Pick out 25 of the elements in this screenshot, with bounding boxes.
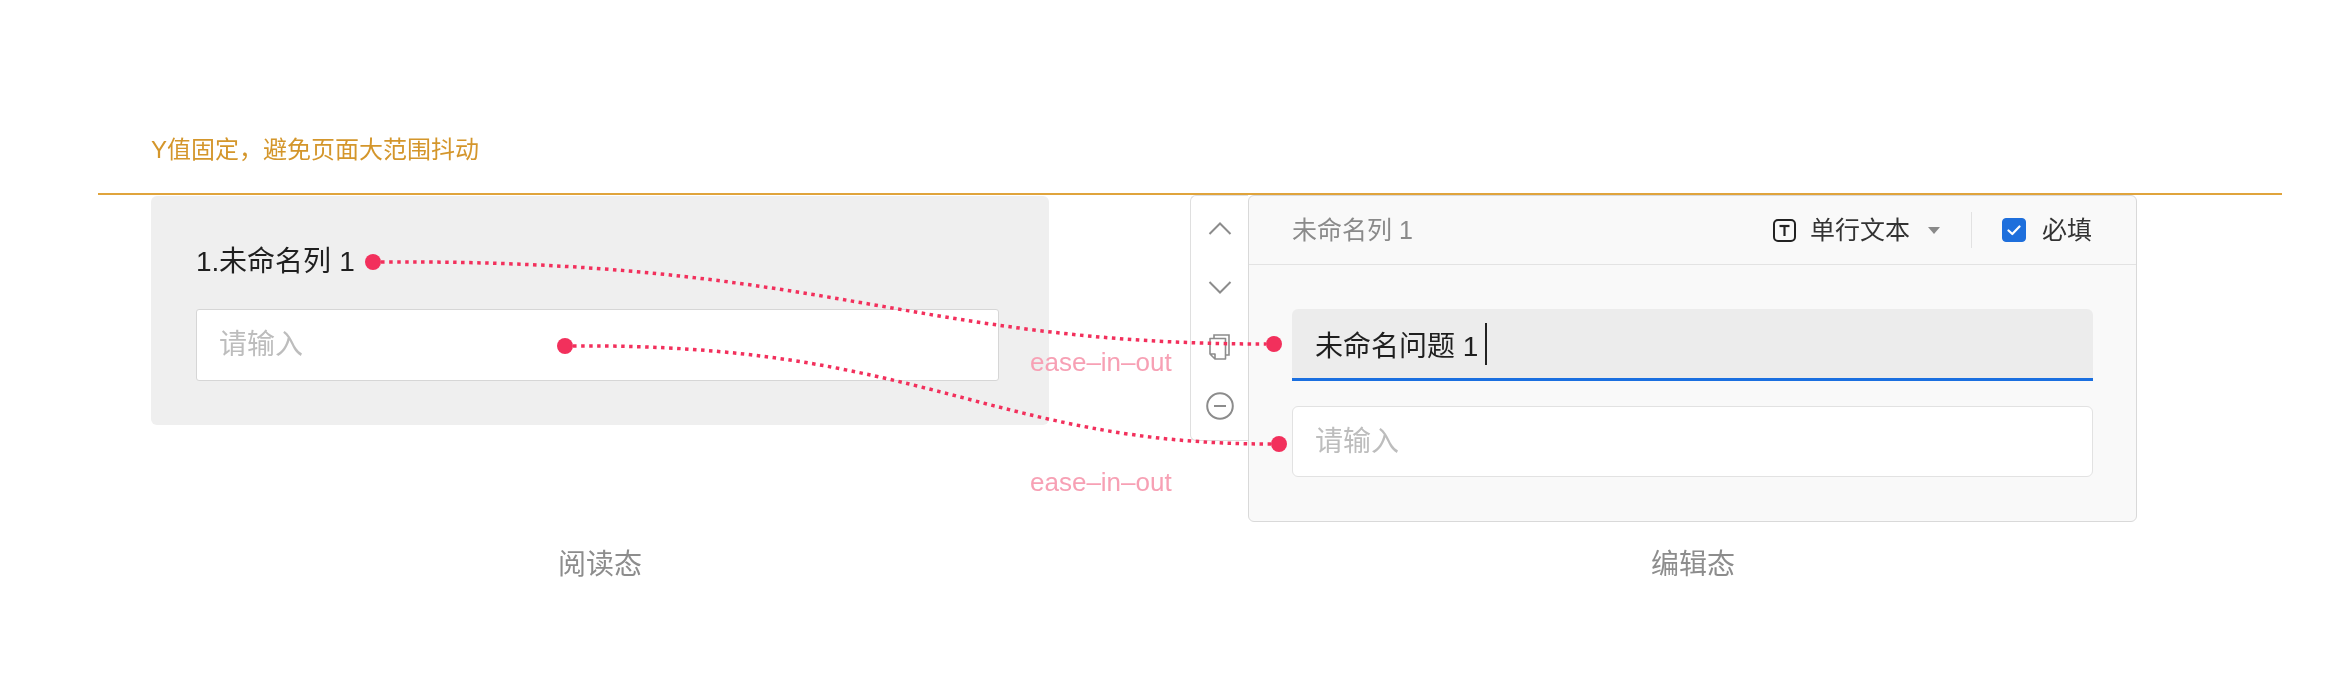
easing-label: ease–in–out: [1030, 346, 1172, 378]
anchor-dot-icon: [365, 254, 381, 270]
title-input[interactable]: 未命名问题 1: [1292, 309, 2093, 381]
text-cursor: [1485, 322, 1488, 365]
chevron-up-icon[interactable]: [1207, 222, 1232, 235]
easing-label: ease–in–out: [1030, 466, 1172, 498]
check-icon: [2007, 224, 2021, 236]
required-label: 必填: [2042, 215, 2092, 246]
field-label: 1.未命名列 1: [196, 245, 355, 279]
note-text: Y值固定，避免页面大范围抖动: [151, 135, 479, 165]
chevron-down-icon[interactable]: [1207, 281, 1232, 294]
checkbox[interactable]: [2002, 218, 2026, 242]
minus-circle-icon[interactable]: [1205, 391, 1234, 420]
anchor-dot-icon: [1271, 436, 1287, 452]
field-type-select[interactable]: 单行文本: [1772, 213, 1940, 247]
column-title: 未命名列 1: [1292, 215, 1413, 246]
description-input[interactable]: 请输入: [1292, 406, 2093, 477]
text-input[interactable]: 请输入: [196, 309, 999, 381]
caret-down-icon: [1927, 226, 1940, 234]
anchor-dot-icon: [557, 338, 573, 354]
text-type-icon: [1772, 218, 1796, 242]
state-caption: 编辑态: [1650, 548, 1735, 582]
anchor-dot-icon: [1266, 336, 1282, 352]
state-caption: 阅读态: [558, 548, 642, 582]
copy-icon[interactable]: [1209, 333, 1230, 360]
